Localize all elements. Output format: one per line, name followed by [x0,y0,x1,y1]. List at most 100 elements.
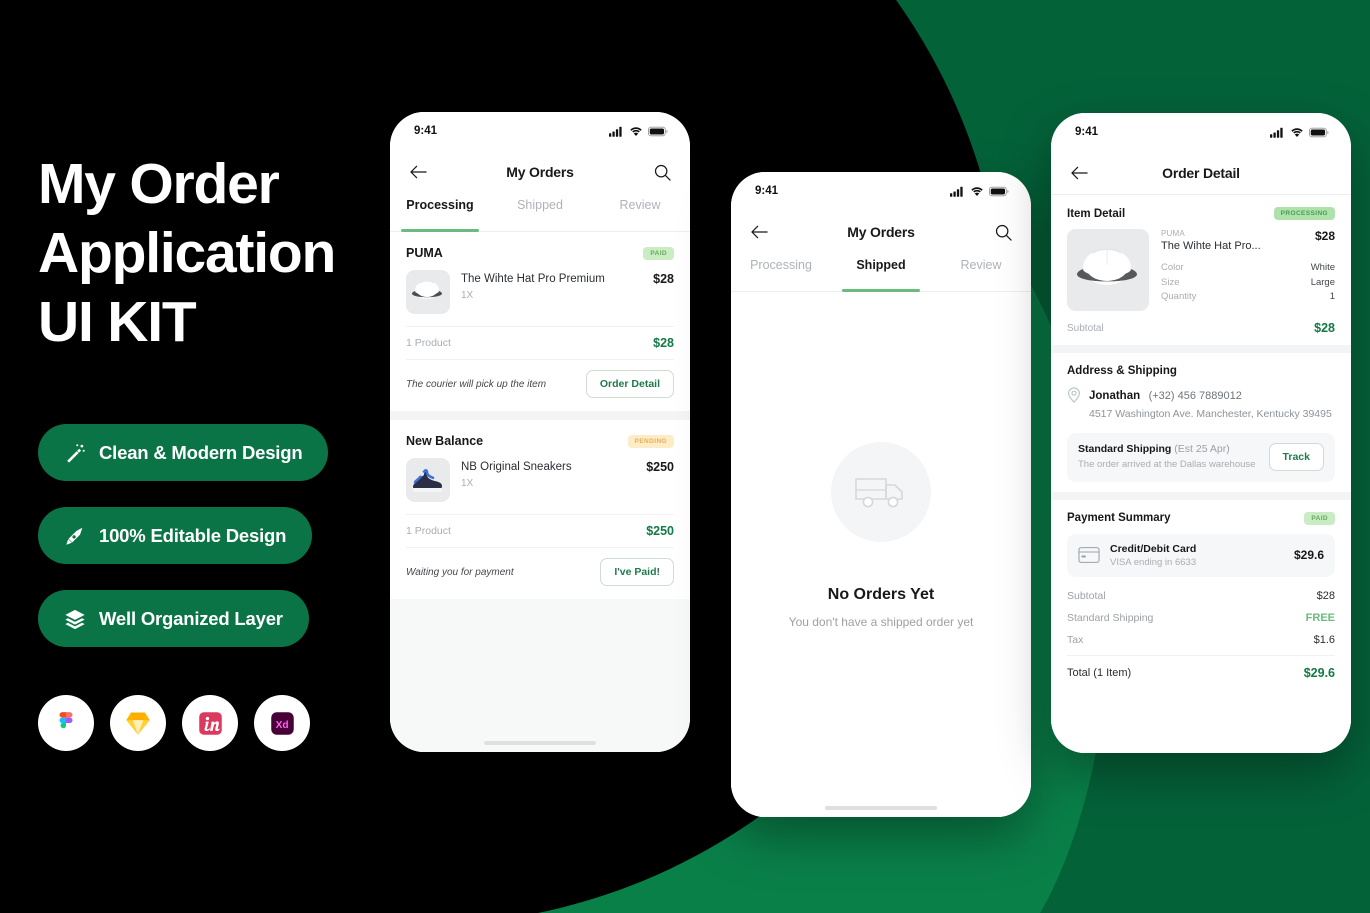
feature-pill-label: Well Organized Layer [99,607,283,629]
section-title: Item Detail [1067,207,1126,220]
product-thumbnail-white-cap [406,270,450,314]
status-badge: PROCESSING [1273,207,1335,220]
payment-method-name: Credit/Debit Card [1110,542,1197,555]
pen-nib-icon [66,527,83,545]
order-brand: PUMA [406,246,443,260]
status-badge: PENDING [627,434,674,448]
status-time: 9:41 [414,125,438,137]
tab-processing[interactable]: Processing [731,254,831,291]
recipient-phone: (+32) 456 7889012 [1148,390,1242,402]
order-note: The courier will pick up the item [406,378,547,390]
shipping-estimate: (Est 25 Apr) [1174,443,1230,455]
attribute-value: White [1310,262,1335,273]
card-divider [390,411,690,420]
tab-processing[interactable]: Processing [390,194,490,231]
product-quantity: 1X [461,290,474,301]
payment-summary-section: Payment Summary PAID Credit/Debit Card V… [1051,500,1351,695]
feature-pill-label: Clean & Modern Design [99,441,303,463]
payment-method-row[interactable]: Credit/Debit Card VISA ending in 6633 $2… [1067,533,1335,577]
battery-icon [1309,127,1329,137]
tab-review[interactable]: Review [590,194,690,231]
phone-screen-my-orders-processing: 9:41 My Orders Processing Shipped Review… [390,112,690,752]
grand-total-key: Total (1 Item) [1067,666,1132,679]
navigation-bar: My Orders [390,150,690,194]
adobe-xd-icon: Xd [254,695,310,751]
attribute-row: Color White [1161,261,1335,276]
search-icon[interactable] [992,221,1014,243]
shipping-address: 4517 Washington Ave. Manchester, Kentuck… [1089,408,1332,420]
wifi-icon [971,186,983,196]
track-button[interactable]: Track [1268,443,1324,472]
sketch-icon [110,695,166,751]
layers-icon [65,609,85,629]
order-detail-body: Item Detail PROCESSING PUMA The Wihte Ha… [1051,195,1351,753]
feature-pill-editable-design[interactable]: 100% Editable Design [38,507,313,564]
battery-icon [989,186,1009,196]
order-card[interactable]: PUMA PAID The Wihte Hat Pro Premium 1X $… [390,232,690,411]
section-divider [1051,345,1351,353]
attribute-key: Size [1161,276,1180,288]
status-bar: 9:41 [1051,113,1351,151]
orders-list: PUMA PAID The Wihte Hat Pro Premium 1X $… [390,232,690,752]
order-detail-button[interactable]: Order Detail [585,370,674,398]
empty-state-container: No Orders Yet You don't have a shipped o… [731,292,1031,817]
feature-pill-clean-modern-design[interactable]: Clean & Modern Design [38,424,329,481]
total-row: Subtotal $28 [1067,585,1335,607]
total-value: $28 [1316,589,1335,602]
total-value: $1.6 [1313,633,1335,646]
magic-wand-icon [67,443,85,463]
tab-shipped[interactable]: Shipped [490,194,590,231]
battery-icon [648,126,668,136]
product-price: $28 [653,272,674,286]
promo-title: My Order Application UI KIT [38,150,378,357]
order-brand: New Balance [406,434,484,448]
payment-method-detail: VISA ending in 6633 [1110,556,1197,568]
order-card[interactable]: New Balance PENDING NB Original Sneakers… [390,420,690,599]
total-key: Tax [1067,633,1084,646]
delivery-truck-icon [831,442,931,542]
product-name: NB Original Sneakers [461,461,572,473]
feature-pill-list: Clean & Modern Design 100% Editable Desi… [38,424,329,673]
status-time: 9:41 [1075,126,1099,138]
attribute-row: Quantity 1 [1161,290,1335,305]
home-indicator [825,806,937,810]
signal-icon [609,126,622,137]
phone-screen-order-detail: 9:41 Order Detail Item Detail PROCESSING… [1051,113,1351,753]
back-arrow-icon[interactable] [1068,162,1090,184]
credit-card-icon [1078,547,1100,563]
address-shipping-section: Address & Shipping Jonathan (+32) 456 78… [1051,353,1351,492]
location-pin-icon [1067,387,1081,403]
tab-review[interactable]: Review [931,254,1031,291]
total-key: Standard Shipping [1067,611,1154,624]
ive-paid-button[interactable]: I've Paid! [600,558,674,586]
order-note: Waiting you for payment [406,566,514,578]
feature-pill-organized-layer[interactable]: Well Organized Layer [38,590,309,647]
invision-icon [182,695,238,751]
home-indicator [484,741,596,745]
attribute-value: 1 [1329,291,1335,302]
total-value: FREE [1305,611,1335,624]
promo-title-line-1: My Order [38,152,280,216]
shipping-status-box: Standard Shipping (Est 25 Apr) The order… [1067,433,1335,482]
back-arrow-icon[interactable] [407,161,429,183]
search-icon[interactable] [651,161,673,183]
status-badge: PAID [1304,511,1335,525]
tab-shipped[interactable]: Shipped [831,254,931,291]
empty-state-title: No Orders Yet [827,586,935,603]
status-bar: 9:41 [390,112,690,150]
page-title: Order Detail [1162,164,1240,181]
svg-text:Xd: Xd [275,720,288,731]
page-title: My Orders [847,224,915,240]
product-price: $28 [1314,229,1335,243]
item-detail-section: Item Detail PROCESSING PUMA The Wihte Ha… [1051,195,1351,345]
order-total: $28 [653,336,674,350]
shipping-status: The order arrived at the Dallas warehous… [1078,459,1256,470]
status-badge: PAID [643,246,674,260]
product-quantity: 1X [461,478,474,489]
order-status-tabs: Processing Shipped Review [731,254,1031,292]
status-time: 9:41 [755,185,779,197]
product-count: 1 Product [406,525,451,537]
product-price: $250 [646,460,674,474]
back-arrow-icon[interactable] [748,221,770,243]
product-count: 1 Product [406,337,451,349]
